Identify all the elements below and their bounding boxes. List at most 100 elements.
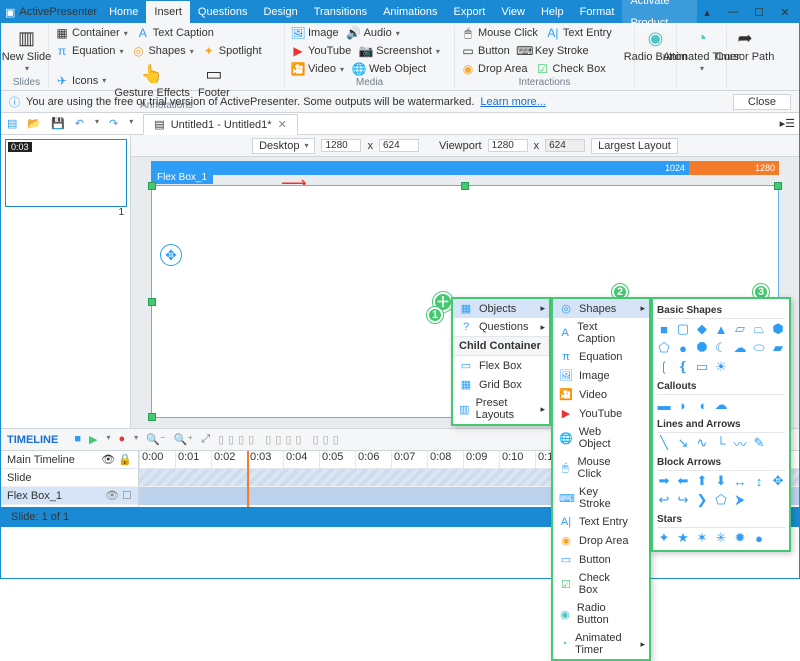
tab-animations[interactable]: Animations — [375, 1, 445, 23]
shape-trapezoid[interactable]: ⏢ — [752, 322, 766, 336]
timeline-zoom-fit-icon[interactable]: ⤢ — [201, 433, 210, 446]
minimize-icon[interactable]: — — [723, 6, 743, 19]
shape-bracket[interactable]: ❲ — [657, 360, 671, 374]
shape-star8[interactable]: ✳ — [714, 531, 728, 545]
submenu-animated-timer[interactable]: ◔Animated Timer▸ — [553, 629, 649, 659]
menu-preset-layouts[interactable]: ▥Preset Layouts▸ — [453, 394, 549, 424]
shape-line[interactable]: ╲ — [657, 436, 671, 450]
shape-triangle[interactable]: ▲ — [714, 322, 728, 336]
text-caption-button[interactable]: AText Caption — [134, 25, 216, 41]
shape-arrow-up[interactable]: ⬆ — [695, 474, 709, 488]
timeline-record-icon[interactable]: ● — [118, 433, 125, 446]
timeline-select[interactable]: Main Timeline👁 🔒 — [1, 451, 138, 469]
shape-star12[interactable]: ✹ — [733, 531, 747, 545]
submenu-text-entry[interactable]: A|Text Entry — [553, 513, 649, 531]
shape-arrow-pent[interactable]: ⬠ — [714, 493, 728, 507]
timeline-zoom-out-icon[interactable]: 🔍⁻ — [146, 433, 166, 446]
new-file-icon[interactable]: ▤ — [5, 117, 19, 130]
shape-cloud[interactable]: ☁ — [733, 341, 747, 355]
largest-layout-button[interactable]: Largest Layout — [591, 138, 678, 154]
gesture-effects-button[interactable]: 👆Gesture Effects — [112, 61, 192, 100]
resize-handle-w[interactable] — [148, 298, 156, 306]
shape-moon[interactable]: ☾ — [714, 341, 728, 355]
video-button[interactable]: 🎦Video▾ — [289, 61, 346, 77]
submenu-check-box[interactable]: ☑Check Box — [553, 569, 649, 599]
shape-frame[interactable]: ▭ — [695, 360, 709, 374]
save-icon[interactable]: 💾 — [49, 117, 67, 130]
resize-handle-ne[interactable] — [774, 182, 782, 190]
resize-handle-sw[interactable] — [148, 413, 156, 421]
track-slide[interactable]: Slide — [1, 469, 138, 487]
layout-device-select[interactable]: Desktop▾ — [252, 138, 315, 154]
audio-button[interactable]: 🔊Audio▾ — [345, 25, 402, 41]
new-slide-button[interactable]: ▥New Slide▾ — [0, 25, 53, 74]
move-handle-icon[interactable]: ✥ — [160, 244, 182, 266]
tab-view[interactable]: View — [493, 1, 533, 23]
tab-home[interactable]: Home — [101, 1, 146, 23]
document-close-icon[interactable]: ✕ — [278, 118, 287, 131]
shape-brace[interactable]: ❴ — [676, 360, 690, 374]
tab-format[interactable]: Format — [572, 1, 623, 23]
canvas-height-input[interactable] — [379, 139, 419, 152]
timeline-play-icon[interactable]: ▶ — [89, 433, 97, 446]
submenu-mouse-click[interactable]: 🖱Mouse Click — [553, 453, 649, 483]
close-icon[interactable]: ✕ — [775, 6, 795, 19]
text-entry-button[interactable]: A|Text Entry — [544, 25, 614, 41]
flex-box-label[interactable]: Flex Box_1 — [151, 171, 213, 184]
submenu-key-stroke[interactable]: ⌨Key Stroke — [553, 483, 649, 513]
shape-arrow-quad[interactable]: ✥ — [771, 474, 785, 488]
shape-arrow-right[interactable]: ➡ — [657, 474, 671, 488]
shape-callout-rect[interactable]: ▬ — [657, 398, 671, 412]
button-button[interactable]: ▭Button — [459, 43, 512, 59]
container-button[interactable]: ▦Container▾ — [53, 25, 130, 41]
shape-star6[interactable]: ✶ — [695, 531, 709, 545]
document-tab[interactable]: ▤ Untitled1 - Untitled1* ✕ — [143, 114, 298, 135]
key-stroke-button[interactable]: ⌨Key Stroke — [516, 43, 591, 59]
panel-toggle-icon[interactable]: ▸☰ — [780, 117, 795, 130]
undo-icon[interactable]: ↶ — [73, 117, 86, 130]
shape-curve[interactable]: ∿ — [695, 436, 709, 450]
shape-callout-oval[interactable]: ◖ — [695, 398, 709, 412]
shape-pentagon[interactable]: ⬠ — [657, 341, 671, 355]
drop-area-button[interactable]: ◉Drop Area — [459, 61, 530, 77]
tab-design[interactable]: Design — [255, 1, 305, 23]
redo-icon[interactable]: ↷ — [107, 117, 120, 130]
shape-arrow-down[interactable]: ⬇ — [714, 474, 728, 488]
tab-help[interactable]: Help — [533, 1, 572, 23]
shape-scribble[interactable]: ✎ — [752, 436, 766, 450]
submenu-text-caption[interactable]: AText Caption — [553, 318, 649, 348]
maximize-icon[interactable]: ☐ — [749, 6, 769, 19]
shape-arrow-ud[interactable]: ↕ — [752, 474, 766, 488]
submenu-shapes[interactable]: ◎Shapes▸ — [553, 299, 649, 318]
youtube-button[interactable]: ▶YouTube — [289, 43, 353, 59]
submenu-image[interactable]: 🖼Image — [553, 366, 649, 385]
submenu-button[interactable]: ▭Button — [553, 550, 649, 569]
shape-star16[interactable]: ● — [752, 531, 766, 545]
submenu-radio-button[interactable]: ◉Radio Button — [553, 599, 649, 629]
shape-star5[interactable]: ★ — [676, 531, 690, 545]
track-flex-box[interactable]: Flex Box_1👁 ☐ — [1, 487, 138, 505]
equation-button[interactable]: πEquation▾ — [53, 43, 125, 59]
submenu-web-object[interactable]: 🌐Web Object — [553, 423, 649, 453]
shape-elbow[interactable]: └ — [714, 436, 728, 450]
resize-handle-n[interactable] — [461, 182, 469, 190]
mouse-click-button[interactable]: 🖱Mouse Click — [459, 25, 540, 41]
resize-handle-nw[interactable] — [148, 182, 156, 190]
shape-arrow-notch[interactable]: ⮞ — [733, 493, 747, 507]
web-object-button[interactable]: 🌐Web Object — [350, 61, 428, 77]
spotlight-button[interactable]: ✦Spotlight — [200, 43, 264, 59]
shape-rect[interactable]: ■ — [657, 322, 671, 336]
open-file-icon[interactable]: 📂 — [25, 117, 43, 130]
shape-arrow[interactable]: ↘ — [676, 436, 690, 450]
viewport-width-input[interactable] — [488, 139, 528, 152]
cursor-path-button[interactable]: ➦Cursor Path — [714, 25, 777, 64]
shape-roundrect[interactable]: ▢ — [676, 322, 690, 336]
shape-arrow-chev[interactable]: ❯ — [695, 493, 709, 507]
shape-arrow-bent[interactable]: ↩ — [657, 493, 671, 507]
shape-arrow-lr[interactable]: ↔ — [733, 474, 747, 488]
shape-circle[interactable]: ● — [676, 341, 690, 355]
canvas-width-input[interactable] — [321, 139, 361, 152]
shape-octagon[interactable]: ⯃ — [695, 341, 709, 355]
timeline-stop-icon[interactable]: ■ — [74, 433, 81, 446]
shape-plaque[interactable]: ▰ — [771, 341, 785, 355]
